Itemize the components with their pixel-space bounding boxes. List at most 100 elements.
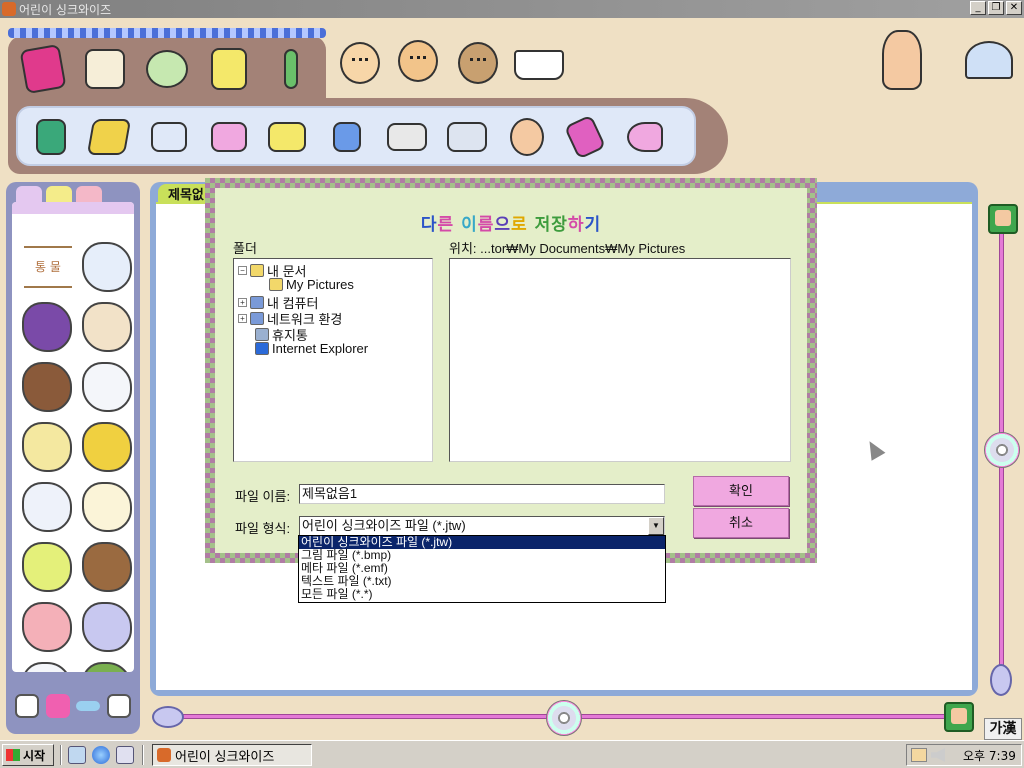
location-label: 위치: ...tor₩My Documents₩My Pictures [449, 241, 686, 256]
dialog-title-char: 장 [551, 215, 568, 235]
web-pc-icon[interactable] [320, 110, 374, 164]
book-icon[interactable] [514, 48, 564, 82]
save-as-dialog: 다른 이름으로 저장하기 폴더 위치: ...tor₩My Documents₩… [205, 178, 817, 563]
cd-scroll-thumb-vertical[interactable] [984, 432, 1020, 468]
speaker-icon[interactable] [618, 110, 672, 164]
cactus-category-icon[interactable] [264, 42, 318, 96]
expand-icon[interactable]: + [238, 314, 247, 323]
ok-button[interactable]: 확인 [693, 476, 789, 506]
printer-icon[interactable] [380, 110, 434, 164]
close-button[interactable]: ✕ [1006, 1, 1022, 15]
show-desktop-icon[interactable] [68, 746, 86, 764]
folder-icon [269, 278, 283, 291]
nest-clipart[interactable] [82, 662, 132, 672]
restore-button[interactable]: ❐ [988, 1, 1004, 15]
clipart-panel: 통 물 [6, 182, 140, 734]
dialog-title-char: 하 [567, 215, 585, 235]
character-girl-icon[interactable] [398, 40, 438, 82]
start-button[interactable]: 시작 [2, 744, 54, 766]
volume-icon[interactable] [931, 748, 945, 762]
tree-item[interactable]: My Pictures [256, 277, 354, 292]
mouse-left-icon[interactable] [152, 706, 184, 728]
dialog-title-char: 로 [511, 215, 528, 235]
teacher-icon[interactable] [500, 110, 554, 164]
flamingo-clipart[interactable] [22, 602, 72, 652]
owl-clipart[interactable] [82, 422, 132, 472]
cancel-button[interactable]: 취소 [693, 508, 789, 538]
hand-left-icon[interactable] [15, 694, 40, 718]
tree-item[interactable]: Internet Explorer [242, 341, 368, 356]
swan-clipart[interactable] [82, 362, 132, 412]
letter-dove-clipart[interactable] [22, 482, 72, 532]
collapse-icon[interactable]: − [238, 266, 247, 275]
filename-input[interactable]: 제목없음1 [299, 484, 665, 504]
hand-pointer-icon[interactable] [106, 694, 131, 718]
dialog-title-char [454, 215, 461, 235]
home-dome-icon[interactable] [962, 36, 1016, 84]
folder-icon [250, 296, 264, 309]
taskbar-app-button[interactable]: 어린이 싱크와이즈 [152, 744, 312, 766]
multi-pc-icon[interactable] [260, 110, 314, 164]
dialog-title: 다른 이름으로 저장하기 [215, 210, 807, 235]
dropdown-arrow-icon[interactable]: ▼ [648, 517, 664, 535]
ime-indicator[interactable]: 가漢 [984, 718, 1022, 740]
app-icon [157, 748, 171, 762]
filetype-dropdown-list[interactable]: 어린이 싱크와이즈 파일 (*.jtw) 그림 파일 (*.bmp) 메타 파일 (… [298, 535, 666, 603]
filetype-option[interactable]: 모든 파일 (*.*) [299, 588, 665, 601]
folder-category-icon[interactable] [16, 42, 70, 96]
penguin-clipart[interactable] [82, 602, 132, 652]
dialog-title-char: 다 [420, 215, 438, 235]
filetype-selected-value: 어린이 싱크와이즈 파일 (*.jtw) [302, 518, 466, 533]
dialog-title-char [528, 215, 535, 235]
palette-tab-yellow[interactable] [46, 186, 72, 202]
start-label: 시작 [23, 748, 46, 763]
magic-hat-icon[interactable] [24, 110, 78, 164]
top-toolbar [8, 26, 728, 174]
palette-tab-purple[interactable] [16, 186, 42, 202]
expand-icon[interactable]: + [238, 298, 247, 307]
windows-logo-icon [6, 749, 20, 761]
clock[interactable]: 오후 7:39 [963, 747, 1016, 764]
monitor-bottom-icon[interactable] [944, 702, 974, 732]
zoom-out-icon[interactable] [76, 701, 101, 711]
folder-label: 폴더 [233, 241, 257, 256]
eagle-clipart[interactable] [22, 362, 72, 412]
duck-clipart[interactable] [82, 482, 132, 532]
folder-icon [250, 264, 264, 277]
share-pc-icon[interactable] [202, 110, 256, 164]
minimize-button[interactable]: _ [970, 1, 986, 15]
computer-category-icon[interactable] [140, 42, 194, 96]
zoom-in-icon[interactable] [45, 694, 70, 718]
scroll-category-icon[interactable] [78, 42, 132, 96]
outlook-icon[interactable] [116, 746, 134, 764]
open-folder-icon[interactable] [82, 110, 136, 164]
ime-tray-icon[interactable] [911, 748, 927, 762]
print-preview-icon[interactable] [440, 110, 494, 164]
folder-icon [255, 328, 269, 341]
cd-scroll-thumb-horizontal[interactable] [546, 700, 582, 736]
letter-category-icon[interactable] [202, 42, 256, 96]
filetype-label: 파일 형식: [235, 521, 291, 536]
parakeet-clipart[interactable] [22, 542, 72, 592]
filetype-select[interactable]: 어린이 싱크와이즈 파일 (*.jtw) ▼ [299, 516, 665, 536]
palette-tab-pink[interactable] [76, 186, 102, 202]
folder-tree[interactable]: − 내 문서 My Pictures + 내 컴퓨터 + 네트워크 환경 휴지통 Interne… [233, 258, 433, 462]
monitor-icon[interactable] [988, 204, 1018, 234]
crane-clipart[interactable] [22, 662, 72, 672]
network-pc-icon[interactable] [142, 110, 196, 164]
internet-explorer-icon[interactable] [92, 746, 110, 764]
eraser-icon[interactable] [558, 110, 612, 164]
peacock-clipart[interactable] [22, 302, 72, 352]
chick-clipart[interactable] [22, 422, 72, 472]
character-cap-icon[interactable] [458, 42, 498, 84]
window-title: 어린이 싱크와이즈 [19, 2, 112, 17]
help-character-icon[interactable] [870, 28, 934, 92]
dove-clipart[interactable] [82, 242, 132, 292]
brown-owl-clipart[interactable] [82, 542, 132, 592]
file-list[interactable] [449, 258, 791, 462]
folder-icon [250, 312, 264, 325]
character-boy-icon[interactable] [340, 42, 380, 84]
system-tray: 오후 7:39 [906, 744, 1022, 766]
rooster-clipart[interactable] [82, 302, 132, 352]
mouse-icon[interactable] [990, 664, 1012, 696]
